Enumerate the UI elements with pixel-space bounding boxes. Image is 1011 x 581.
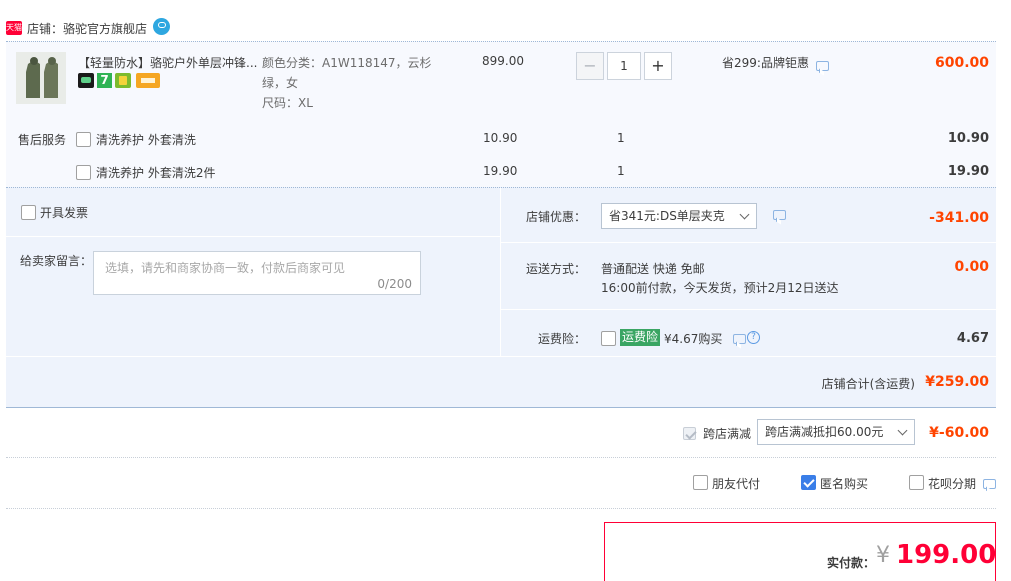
insurance-price: ¥4.67购买: [664, 332, 723, 346]
seven-day-return-icon: 7: [97, 73, 112, 88]
guarantee-badge-icon: [115, 73, 131, 88]
chevron-down-icon: [897, 425, 908, 436]
product-subtotal: 600.00: [934, 55, 989, 71]
chevron-down-icon: [739, 209, 750, 220]
cross-store-select[interactable]: 跨店满减抵扣60.00元: [757, 419, 915, 445]
shop-discount-selected: 省341元:DS单层夹克: [609, 209, 725, 223]
cross-store-selected: 跨店满减抵扣60.00元: [765, 425, 884, 439]
service-label: 售后服务: [18, 133, 67, 147]
chat-bubble-icon[interactable]: [153, 18, 170, 35]
quantity-input[interactable]: 1: [607, 52, 641, 80]
huabei-checkbox[interactable]: [909, 475, 924, 490]
shop-total-label: 店铺合计(含运费): [821, 377, 915, 391]
payment-label: 实付款：: [827, 556, 876, 570]
shipping-label: 运送方式：: [526, 262, 587, 276]
product-image[interactable]: [16, 52, 66, 104]
huabei-info-icon[interactable]: [983, 479, 996, 489]
shipping-method: 普通配送 快递 免邮: [601, 262, 705, 276]
insurance-label: 运费险：: [538, 332, 587, 346]
service-total-2: 19.90: [947, 164, 989, 179]
friend-pay-label[interactable]: 朋友代付: [712, 475, 760, 492]
payment-summary-box: 实付款： ¥ 199.00: [604, 522, 996, 581]
shop-total-amount: ¥259.00: [925, 374, 989, 390]
order-extras-panel: 开具发票 给卖家留言： 选填，请先和商家协商一致，付款后商家可见 0/200 店…: [6, 187, 996, 408]
sku-color-cont: 绿，女: [262, 76, 299, 90]
message-placeholder: 选填，请先和商家协商一致，付款后商家可见: [105, 261, 346, 275]
message-textarea[interactable]: 选填，请先和商家协商一致，付款后商家可见 0/200: [93, 251, 421, 295]
service-name-1: 清洗养护 外套清洗: [96, 133, 196, 147]
store-header: 天猫 店铺：骆驼官方旗舰店: [6, 18, 306, 38]
shipping-eta: 16:00前付款，今天发货，预计2月12日送达: [601, 281, 839, 295]
insurance-checkbox[interactable]: [601, 331, 616, 346]
sku-color: 颜色分类：A1W118147，云杉: [262, 56, 432, 70]
shop-discount-label: 店铺优惠：: [526, 210, 587, 224]
decrease-button[interactable]: −: [576, 52, 604, 80]
product-title-link[interactable]: 【轻量防水】骆驼户外单层冲锋...: [78, 54, 262, 71]
invoice-checkbox[interactable]: [21, 205, 36, 220]
invoice-label[interactable]: 开具发票: [40, 204, 88, 221]
unit-price: 899.00: [482, 54, 524, 68]
cross-store-label: 跨店满减: [703, 427, 752, 441]
anonymous-checkbox[interactable]: [801, 475, 816, 490]
huabei-label[interactable]: 花呗分期: [928, 475, 976, 492]
payment-amount: 199.00: [896, 540, 997, 570]
product-block: 【轻量防水】骆驼户外单层冲锋... 7 颜色分类：A1W118147，云杉 绿，…: [6, 41, 996, 187]
payment-options-row: 朋友代付 匿名购买 花呗分期: [6, 459, 996, 509]
help-circle-icon[interactable]: ?: [747, 331, 760, 344]
message-counter: 0/200: [377, 277, 412, 291]
right-column: 店铺优惠： 省341元:DS单层夹克 -341.00 运送方式： 普通配送 快递…: [501, 188, 996, 356]
quantity-stepper: − 1 +: [576, 52, 672, 80]
shipping-amount: 0.00: [954, 259, 989, 275]
promo-info-icon[interactable]: [816, 61, 829, 71]
service-checkbox-2[interactable]: [76, 165, 91, 180]
tmall-cat-badge-icon: [78, 73, 94, 88]
service-qty-1: 1: [617, 131, 625, 145]
payment-currency: ¥: [876, 543, 890, 568]
credit-card-icon: [136, 73, 160, 88]
left-column: 开具发票 给卖家留言： 选填，请先和商家协商一致，付款后商家可见 0/200: [6, 188, 500, 356]
message-label: 给卖家留言：: [20, 254, 93, 268]
insurance-amount: 4.67: [956, 331, 989, 346]
promo-text: 省299:品牌钜惠: [722, 56, 809, 70]
service-name-2: 清洗养护 外套清洗2件: [96, 166, 216, 180]
service-price-1: 10.90: [483, 131, 518, 145]
discount-info-icon[interactable]: [773, 210, 786, 220]
service-price-2: 19.90: [483, 164, 518, 178]
insurance-info-icon[interactable]: [733, 334, 746, 344]
friend-pay-checkbox[interactable]: [693, 475, 708, 490]
jacket-photo-icon: [16, 52, 66, 104]
service-total-1: 10.90: [947, 131, 989, 146]
shop-discount-select[interactable]: 省341元:DS单层夹克: [601, 203, 757, 229]
shop-discount-amount: -341.00: [929, 210, 989, 226]
cross-store-checkbox: [683, 427, 696, 440]
tmall-badge-icon: 天猫: [6, 21, 22, 35]
service-qty-2: 1: [617, 164, 625, 178]
store-name-link[interactable]: 店铺：骆驼官方旗舰店: [27, 20, 147, 37]
cross-store-amount: ¥-60.00: [929, 425, 989, 441]
cross-store-row: 跨店满减 跨店满减抵扣60.00元 ¥-60.00: [6, 409, 996, 458]
insurance-tag: 运费险: [620, 329, 661, 346]
service-checkbox-1[interactable]: [76, 132, 91, 147]
anonymous-label[interactable]: 匿名购买: [820, 475, 868, 492]
increase-button[interactable]: +: [644, 52, 672, 80]
sku-size: 尺码：XL: [262, 96, 313, 110]
